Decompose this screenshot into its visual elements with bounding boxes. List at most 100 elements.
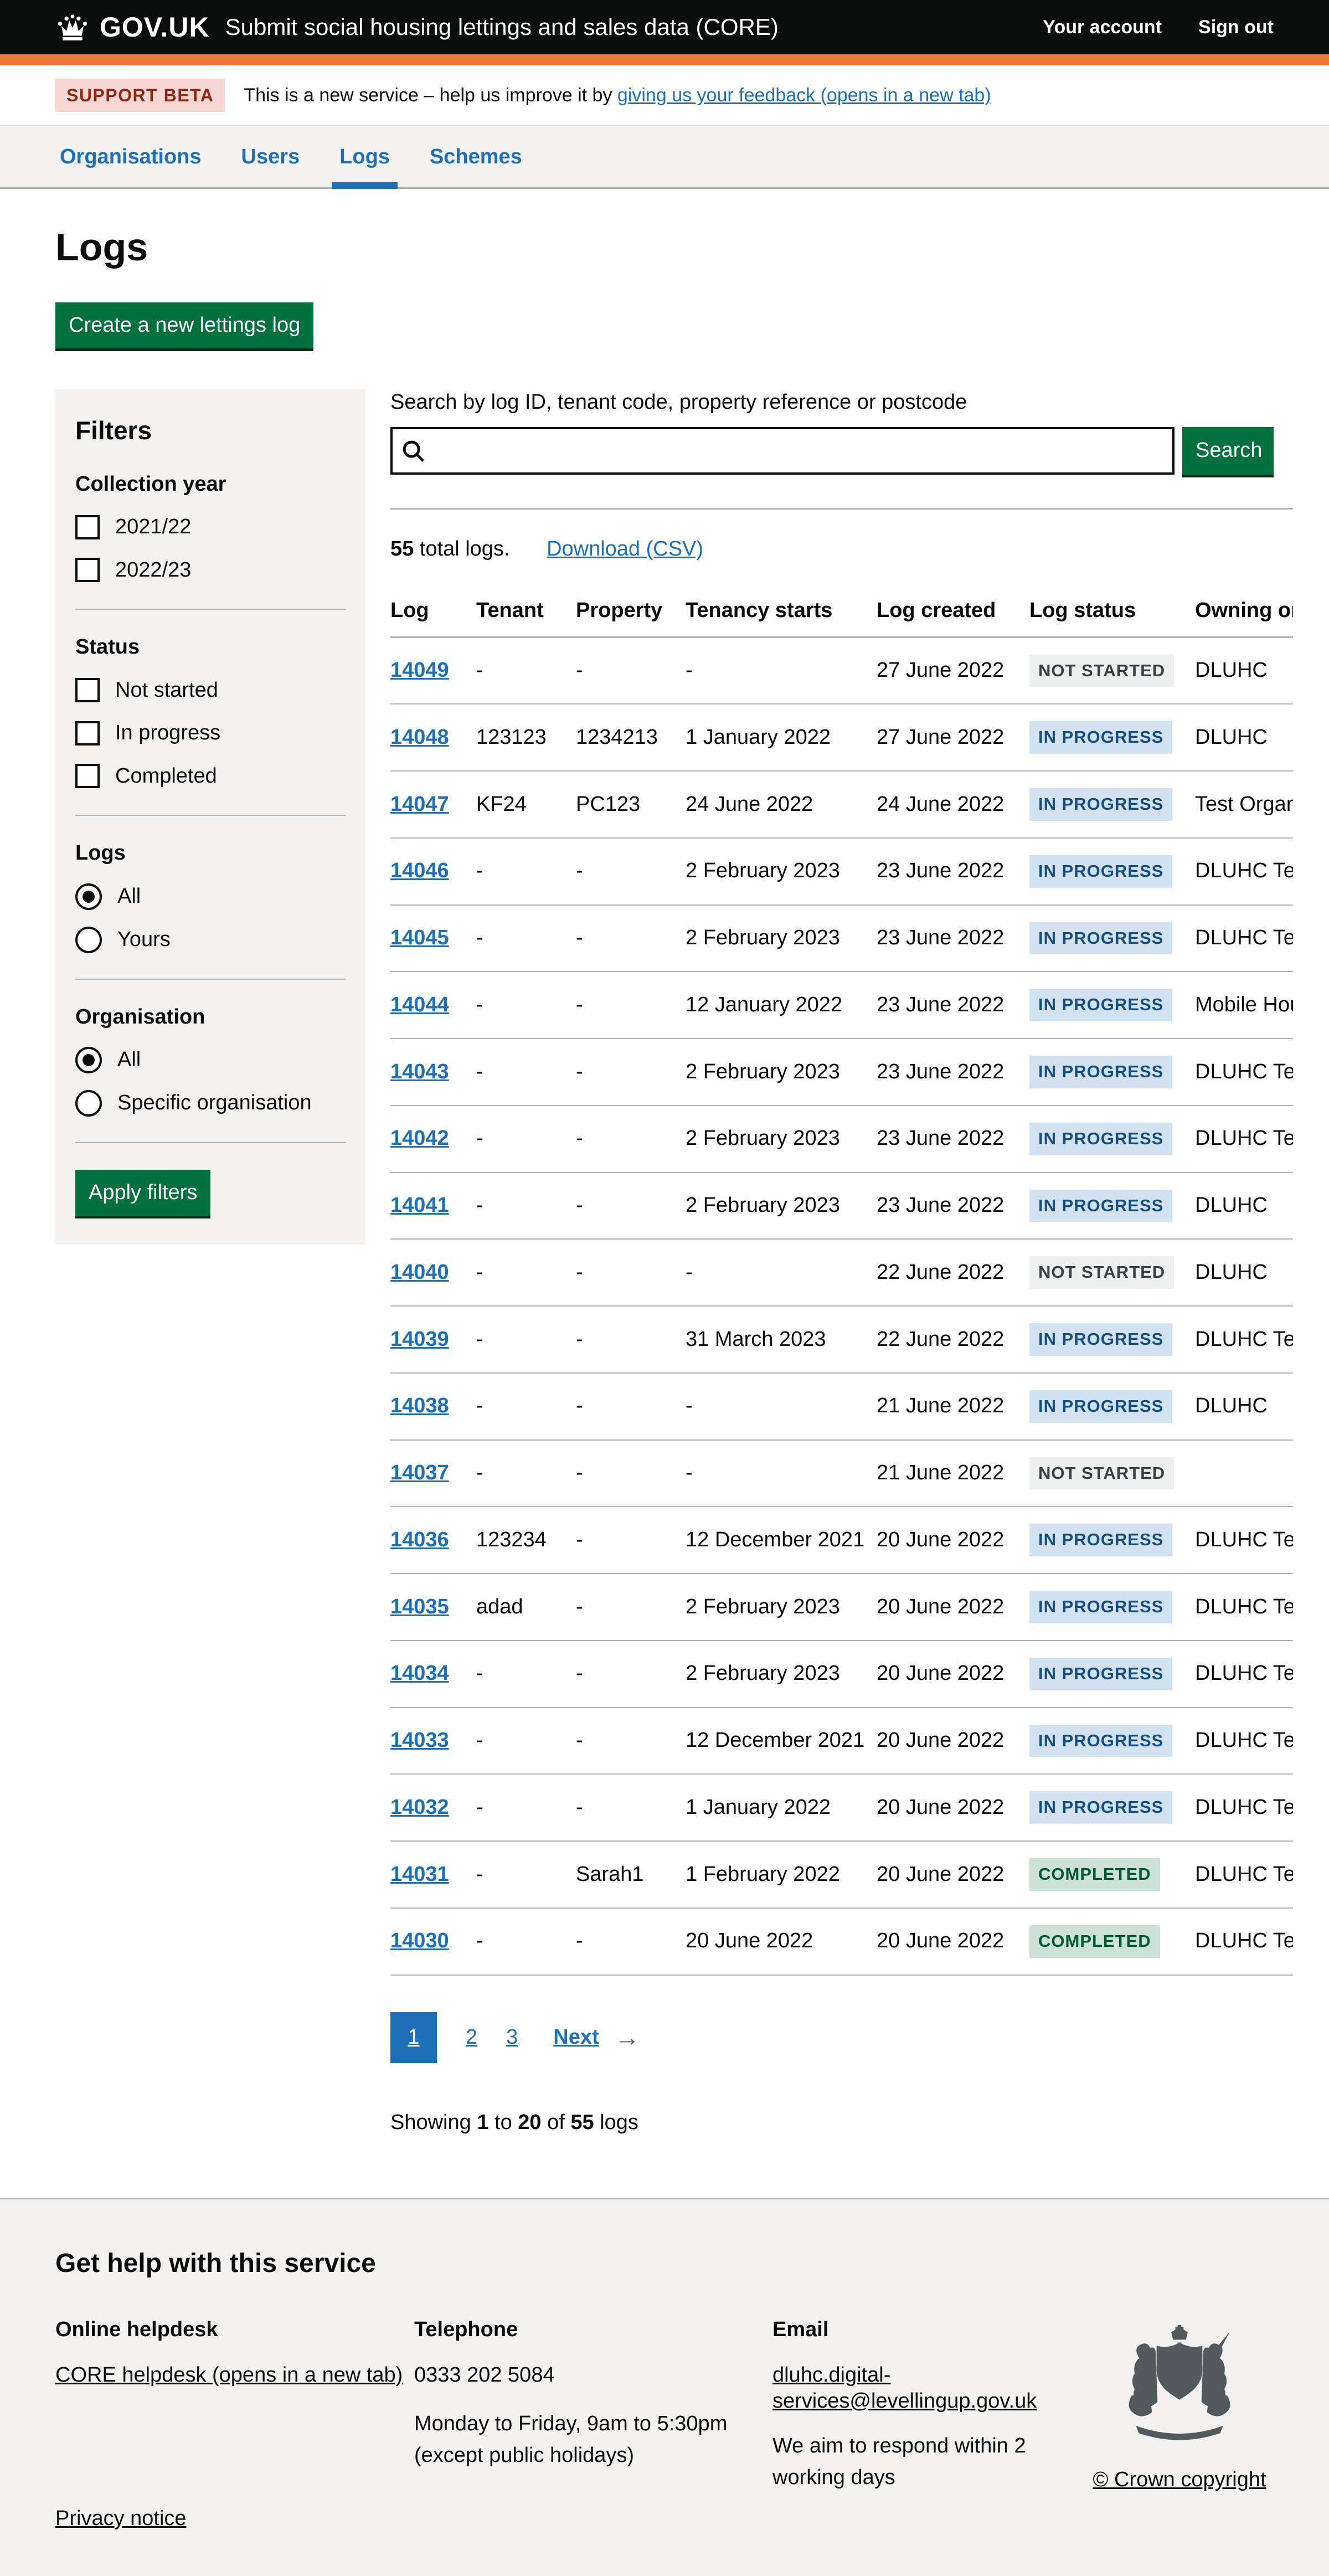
cell-tenant: - xyxy=(476,1038,576,1106)
download-csv-link[interactable]: Download (CSV) xyxy=(547,537,703,561)
cell-property: - xyxy=(576,971,686,1038)
results-total-text: total logs. xyxy=(414,537,509,561)
cell-tenancy-starts: - xyxy=(686,1440,877,1507)
apply-filters-button[interactable]: Apply filters xyxy=(75,1170,210,1216)
cell-tenancy-starts: 2 February 2023 xyxy=(686,1173,877,1240)
cell-tenant: - xyxy=(476,905,576,972)
radio-logs-all[interactable]: All xyxy=(75,883,346,910)
cell-log-status: IN PROGRESS xyxy=(1029,1306,1195,1373)
cell-property: - xyxy=(576,1708,686,1775)
cell-owning-organisation: DLUHC Test xyxy=(1195,1908,1293,1975)
checkbox-collection-year-2022-23[interactable]: 2022/23 xyxy=(75,557,346,584)
showing-from: 1 xyxy=(477,2111,488,2134)
telephone-heading: Telephone xyxy=(414,2317,772,2343)
option-label: 2021/22 xyxy=(115,514,191,541)
create-lettings-log-button[interactable]: Create a new lettings log xyxy=(55,302,313,348)
nav-item-logs[interactable]: Logs xyxy=(335,126,394,187)
cell-tenancy-starts: 1 January 2022 xyxy=(686,704,877,771)
your-account-link[interactable]: Your account xyxy=(1043,16,1162,39)
cell-tenancy-starts: 2 February 2023 xyxy=(686,1574,877,1641)
log-link-14037[interactable]: 14037 xyxy=(390,1461,449,1484)
cell-log: 14036 xyxy=(390,1506,476,1574)
checkbox-status-completed[interactable]: Completed xyxy=(75,763,346,790)
nav-item-organisations[interactable]: Organisations xyxy=(55,126,206,187)
column-header-log-status: Log status xyxy=(1029,583,1195,637)
cell-log-created: 20 June 2022 xyxy=(877,1708,1029,1775)
log-link-14049[interactable]: 14049 xyxy=(390,659,449,682)
cell-tenant: - xyxy=(476,1173,576,1240)
option-label: Yours xyxy=(117,927,171,953)
results-divider xyxy=(390,508,1293,510)
log-link-14042[interactable]: 14042 xyxy=(390,1127,449,1150)
cell-log: 14035 xyxy=(390,1574,476,1641)
sign-out-link[interactable]: Sign out xyxy=(1198,16,1274,39)
radio-control xyxy=(75,883,102,910)
checkbox-control xyxy=(75,678,100,702)
helpdesk-heading: Online helpdesk xyxy=(55,2317,414,2343)
log-link-14040[interactable]: 14040 xyxy=(390,1261,449,1284)
checkbox-status-in-progress[interactable]: In progress xyxy=(75,720,346,747)
radio-organisation-specific-organisation[interactable]: Specific organisation xyxy=(75,1090,346,1117)
log-link-14048[interactable]: 14048 xyxy=(390,726,449,749)
pagination-page-2[interactable]: 2 xyxy=(466,2024,477,2051)
log-link-14044[interactable]: 14044 xyxy=(390,993,449,1016)
checkbox-control xyxy=(75,721,100,745)
log-link-14038[interactable]: 14038 xyxy=(390,1394,449,1417)
service-name[interactable]: Submit social housing lettings and sales… xyxy=(225,13,779,42)
cell-log-status: NOT STARTED xyxy=(1029,1239,1195,1306)
core-helpdesk-link[interactable]: CORE helpdesk (opens in a new tab) xyxy=(55,2363,403,2387)
log-link-14035[interactable]: 14035 xyxy=(390,1595,449,1618)
privacy-notice-link[interactable]: Privacy notice xyxy=(55,2507,187,2530)
log-link-14046[interactable]: 14046 xyxy=(390,859,449,882)
pagination-page-3[interactable]: 3 xyxy=(506,2024,518,2051)
radio-organisation-all[interactable]: All xyxy=(75,1047,346,1073)
column-header-owning-organisation: Owning organisation xyxy=(1195,583,1293,637)
cell-log-created: 20 June 2022 xyxy=(877,1774,1029,1841)
cell-tenancy-starts: 1 February 2022 xyxy=(686,1841,877,1908)
cell-tenancy-starts: 12 January 2022 xyxy=(686,971,877,1038)
table-row: 1404812312312342131 January 202227 June … xyxy=(390,704,1293,771)
log-link-14045[interactable]: 14045 xyxy=(390,926,449,949)
log-link-14033[interactable]: 14033 xyxy=(390,1729,449,1752)
checkbox-collection-year-2021-22[interactable]: 2021/22 xyxy=(75,514,346,541)
showing-suffix: logs xyxy=(594,2111,638,2134)
checkbox-status-not-started[interactable]: Not started xyxy=(75,677,346,704)
log-link-14031[interactable]: 14031 xyxy=(390,1863,449,1886)
cell-tenancy-starts: - xyxy=(686,1239,877,1306)
cell-owning-organisation: DLUHC Test xyxy=(1195,1506,1293,1574)
cell-tenant: - xyxy=(476,838,576,905)
filter-divider xyxy=(75,609,346,610)
cell-log: 14032 xyxy=(390,1774,476,1841)
pagination-current-page-1[interactable]: 1 xyxy=(390,2012,437,2063)
cell-log-created: 23 June 2022 xyxy=(877,1173,1029,1240)
log-link-14043[interactable]: 14043 xyxy=(390,1060,449,1083)
nav-item-users[interactable]: Users xyxy=(237,126,305,187)
log-link-14039[interactable]: 14039 xyxy=(390,1328,449,1351)
log-link-14030[interactable]: 14030 xyxy=(390,1929,449,1952)
cell-property: - xyxy=(576,838,686,905)
govuk-logo[interactable]: GOV.UK xyxy=(55,10,210,45)
option-label: In progress xyxy=(115,720,220,747)
option-label: All xyxy=(117,883,141,910)
email-link[interactable]: dluhc.digital-services@levellingup.gov.u… xyxy=(772,2363,1037,2413)
log-link-14047[interactable]: 14047 xyxy=(390,793,449,816)
cell-property: - xyxy=(576,1908,686,1975)
cell-log-status: IN PROGRESS xyxy=(1029,1774,1195,1841)
log-link-14032[interactable]: 14032 xyxy=(390,1796,449,1819)
results-section: Search by log ID, tenant code, property … xyxy=(390,389,1293,2157)
crown-copyright-link[interactable]: © Crown copyright xyxy=(1093,2467,1266,2493)
search-input[interactable] xyxy=(390,427,1175,475)
column-header-log-created: Log created xyxy=(877,583,1029,637)
cell-tenancy-starts: 20 June 2022 xyxy=(686,1908,877,1975)
checkbox-control xyxy=(75,558,100,582)
radio-logs-yours[interactable]: Yours xyxy=(75,927,346,953)
nav-item-schemes[interactable]: Schemes xyxy=(425,126,527,187)
cell-log-created: 27 June 2022 xyxy=(877,637,1029,704)
log-link-14041[interactable]: 14041 xyxy=(390,1194,449,1217)
pagination-next-link[interactable]: Next xyxy=(553,2024,599,2051)
log-link-14034[interactable]: 14034 xyxy=(390,1662,449,1685)
feedback-link[interactable]: giving us your feedback (opens in a new … xyxy=(617,85,991,106)
search-button[interactable]: Search xyxy=(1182,427,1274,475)
cell-property: - xyxy=(576,1106,686,1173)
log-link-14036[interactable]: 14036 xyxy=(390,1528,449,1551)
